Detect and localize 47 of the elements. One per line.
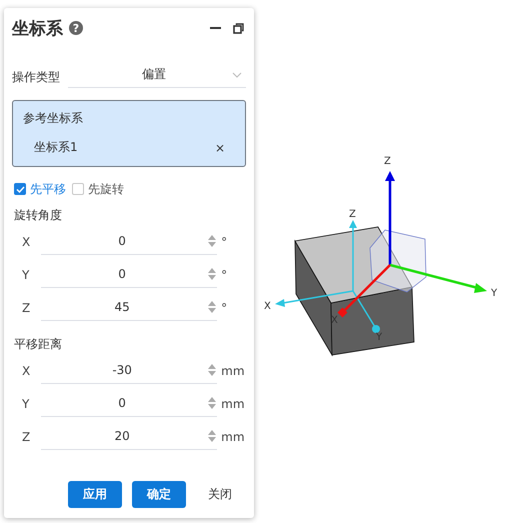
axis-label: Y xyxy=(22,396,30,410)
section-heading: 旋转角度 xyxy=(13,207,63,224)
unit-label: mm xyxy=(221,396,246,410)
axis-label: X xyxy=(22,364,32,378)
number-field[interactable]: 20 xyxy=(41,423,218,450)
panel-title: 坐标系 xyxy=(12,18,63,40)
number-field[interactable]: 0 xyxy=(41,228,218,255)
number-field[interactable]: 45 xyxy=(41,294,218,321)
confirm-button[interactable]: 确定 xyxy=(132,481,186,508)
number-field[interactable]: 0 xyxy=(41,390,218,417)
field-label: 操作类型 xyxy=(12,68,61,86)
restore-icon[interactable] xyxy=(233,22,244,34)
unit-label: ° xyxy=(221,300,228,314)
checkbox-label[interactable]: 先旋转 xyxy=(88,180,124,198)
chevron-down-icon xyxy=(232,72,242,78)
apply-button[interactable]: 应用 xyxy=(68,481,122,508)
close-button[interactable]: 关闭 xyxy=(196,481,246,508)
axis-label: Y xyxy=(376,332,382,343)
checkbox-label[interactable]: 先平移 xyxy=(30,180,66,198)
unit-label: ° xyxy=(221,234,228,248)
number-field[interactable]: 0 xyxy=(41,261,218,288)
section-heading: 平移距离 xyxy=(13,336,63,353)
help-icon[interactable]: ? xyxy=(69,21,83,35)
axis-label: Z xyxy=(349,209,356,220)
checkbox[interactable] xyxy=(72,183,84,195)
axis-label: Y xyxy=(491,288,498,299)
axis-label: Z xyxy=(384,156,391,167)
spinner-icon[interactable] xyxy=(207,267,218,281)
spinner-icon[interactable] xyxy=(207,363,218,377)
checkbox[interactable] xyxy=(14,183,26,195)
clear-button[interactable]: × xyxy=(214,140,225,154)
unit-label: mm xyxy=(221,364,246,378)
spinner-icon[interactable] xyxy=(207,429,218,443)
unit-label: mm xyxy=(221,430,246,444)
operation-type-dropdown[interactable]: 偏置 xyxy=(68,62,246,88)
number-field[interactable]: -30 xyxy=(41,357,218,384)
axis-label: Y xyxy=(22,268,30,282)
spinner-icon[interactable] xyxy=(207,234,218,248)
axis-label: X xyxy=(264,301,271,312)
axis-label: Z xyxy=(22,430,32,444)
unit-label: ° xyxy=(221,268,228,282)
spinner-icon[interactable] xyxy=(207,396,218,410)
reference-value: 坐标系1 xyxy=(34,139,78,156)
axis-label: Z xyxy=(22,300,32,314)
reference-label: 参考坐标系 xyxy=(23,110,84,127)
spinner-icon[interactable] xyxy=(207,300,218,314)
axis-label: X xyxy=(22,234,32,248)
